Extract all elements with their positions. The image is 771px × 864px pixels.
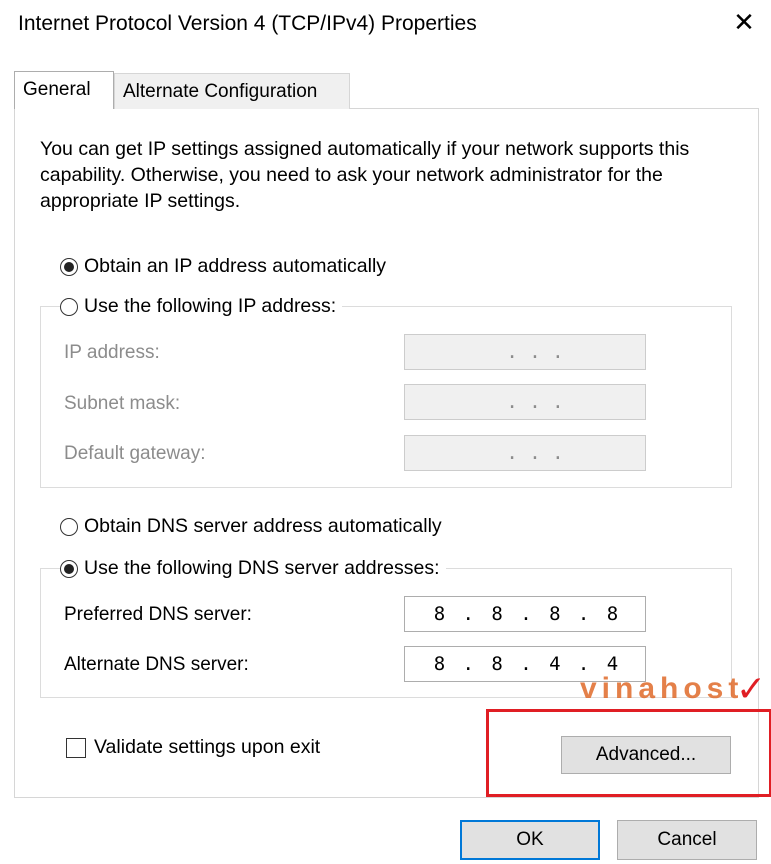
ip-address-input[interactable]: . . .	[404, 334, 646, 370]
subnet-mask-label: Subnet mask:	[64, 393, 181, 414]
octet: 4	[549, 653, 561, 675]
octet-dot: .	[462, 603, 474, 625]
radio-label: Use the following DNS server addresses:	[84, 557, 440, 579]
ip-address-label: IP address:	[64, 342, 160, 363]
preferred-dns-input[interactable]: 8 . 8 . 8 . 8	[404, 596, 646, 632]
radio-obtain-dns-auto[interactable]: Obtain DNS server address automatically	[60, 515, 448, 538]
close-icon[interactable]: ✕	[730, 8, 758, 36]
tab-general[interactable]: General	[14, 71, 114, 109]
radio-button[interactable]	[60, 517, 78, 536]
octet: 8	[433, 603, 446, 625]
radio-label: Obtain an IP address automatically	[84, 255, 387, 277]
window-title: Internet Protocol Version 4 (TCP/IPv4) P…	[18, 12, 477, 35]
radio-obtain-ip-auto[interactable]: Obtain an IP address automatically	[60, 255, 393, 278]
octet: 8	[606, 603, 619, 625]
octet-dot: .	[577, 603, 590, 625]
description-text: You can get IP settings assigned automat…	[40, 138, 690, 212]
checkmark-icon: ✓	[736, 668, 767, 709]
octet: 8	[433, 653, 446, 675]
radio-button[interactable]	[60, 257, 78, 276]
validate-checkbox[interactable]	[66, 737, 86, 758]
radio-button[interactable]	[60, 297, 78, 316]
octet-dot: .	[462, 653, 474, 675]
radio-button[interactable]	[60, 559, 78, 578]
octet-dot: .	[520, 653, 532, 675]
cancel-button[interactable]: Cancel	[617, 820, 757, 860]
default-gateway-label: Default gateway:	[64, 443, 206, 464]
alternate-dns-label: Alternate DNS server:	[64, 654, 249, 675]
ok-button[interactable]: OK	[460, 820, 600, 860]
radio-label: Obtain DNS server address automatically	[84, 515, 442, 537]
validate-label: Validate settings upon exit	[94, 736, 321, 758]
tab-alternate-configuration[interactable]: Alternate Configuration	[114, 73, 350, 109]
preferred-dns-label: Preferred DNS server:	[64, 604, 252, 625]
octet-dot: .	[520, 603, 532, 625]
radio-use-following-ip[interactable]: Use the following IP address:	[60, 295, 343, 318]
octet: 8	[549, 603, 561, 625]
radio-selected-dot	[64, 563, 74, 574]
vinahost-watermark: vinahost	[580, 672, 744, 705]
validate-settings-checkbox-row[interactable]: Validate settings upon exit	[66, 736, 320, 759]
radio-label: Use the following IP address:	[84, 295, 337, 317]
radio-use-following-dns[interactable]: Use the following DNS server addresses:	[60, 557, 446, 580]
advanced-button[interactable]: Advanced...	[561, 736, 731, 774]
radio-selected-dot	[64, 261, 74, 272]
subnet-mask-input[interactable]: . . .	[404, 384, 646, 420]
default-gateway-input[interactable]: . . .	[404, 435, 646, 471]
octet: 8	[491, 653, 503, 675]
octet: 8	[491, 603, 503, 625]
